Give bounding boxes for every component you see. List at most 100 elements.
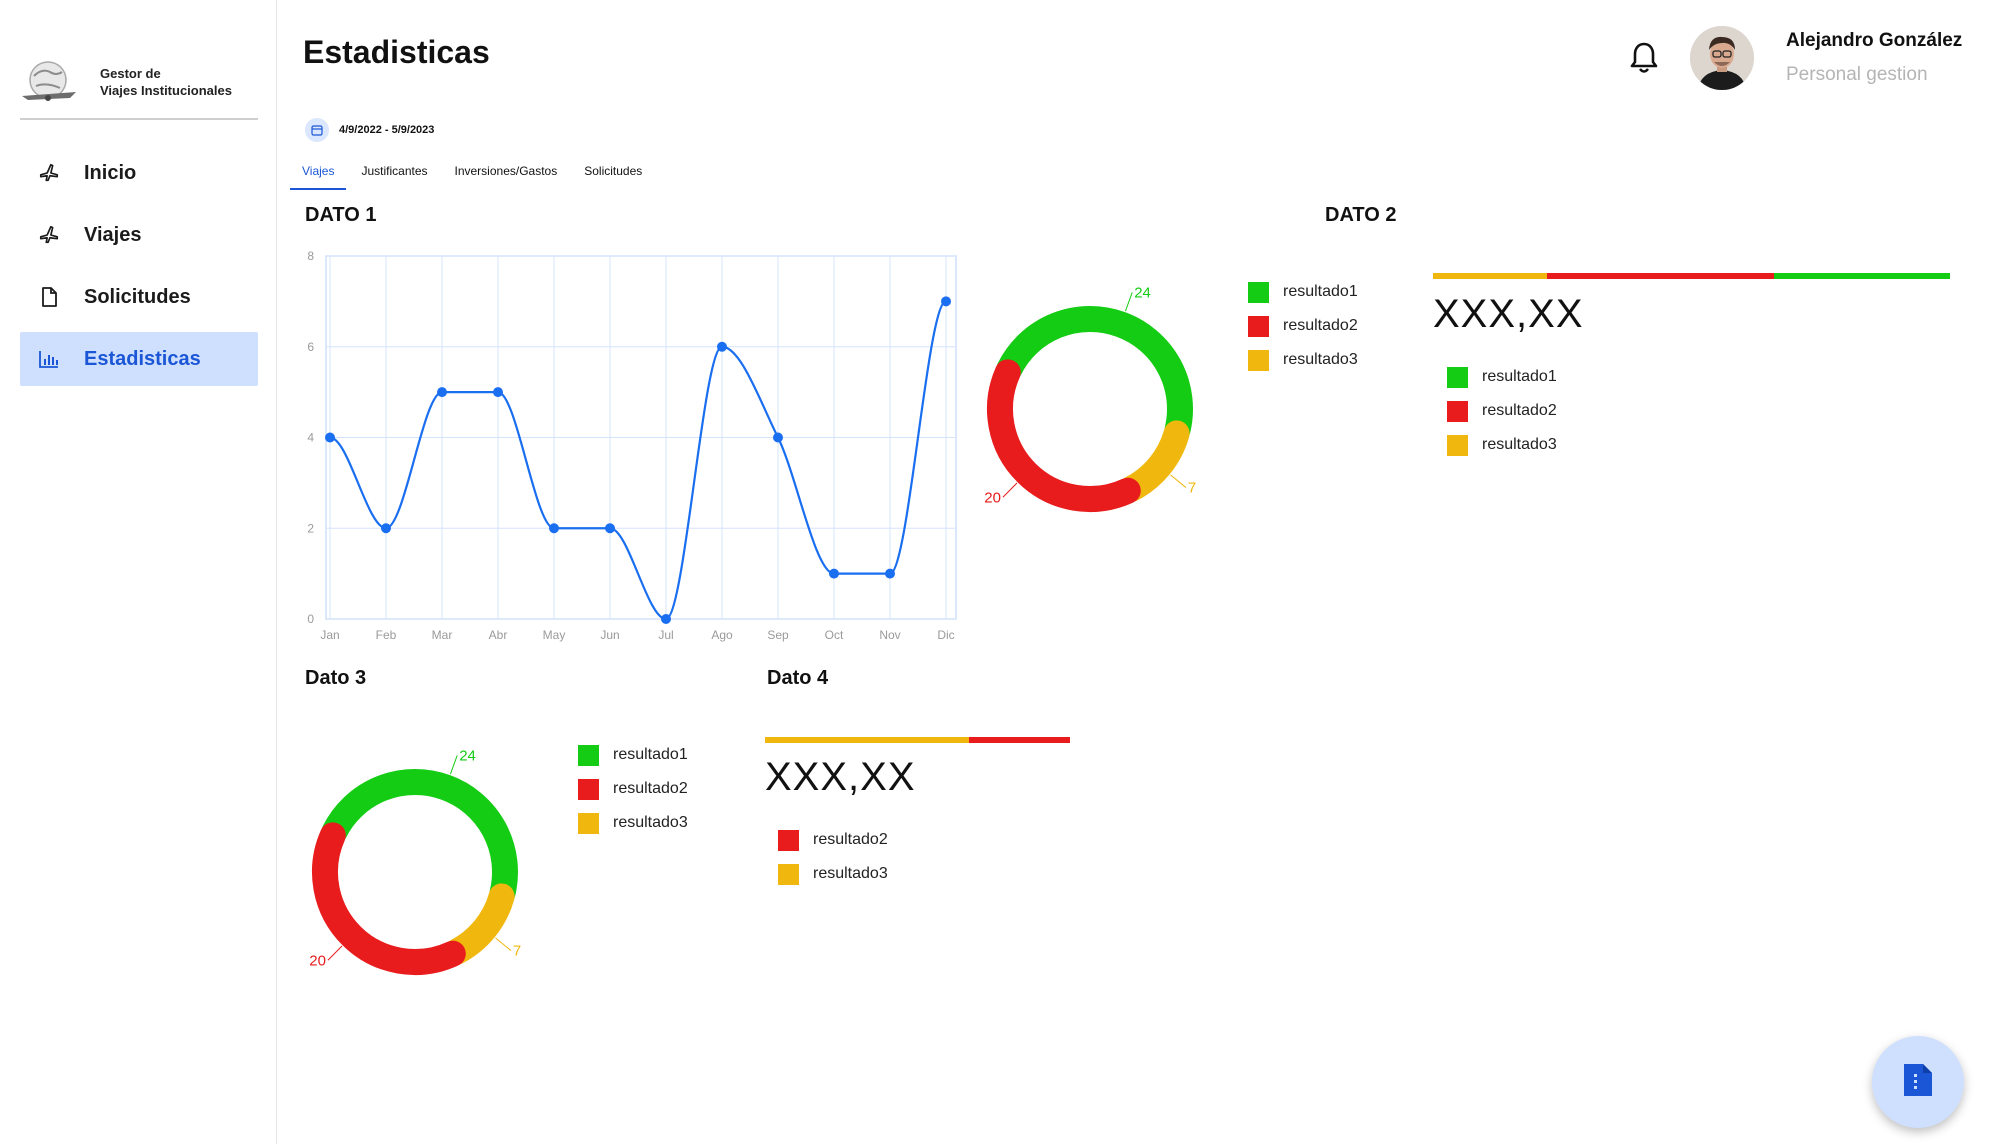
x-tick-label: Mar [432,628,453,642]
sidebar-item-label: Viajes [84,223,142,246]
donut-slice [443,883,515,966]
donut-legend-dato3: resultado1 resultado2 resultado3 [578,738,688,840]
legend-item: resultado1 [578,738,688,772]
data-point [437,387,447,398]
y-tick-label: 0 [307,612,314,626]
x-tick-label: May [543,628,566,642]
data-point [493,387,503,398]
bar-segment-red [969,737,1070,743]
section-title-dato3: Dato 3 [305,667,367,689]
legend-item: resultado1 [1248,275,1358,309]
y-tick-label: 8 [307,249,314,263]
document-icon [38,286,60,308]
summary-legend-dato2: resultado1 resultado2 resultado3 [1447,360,1557,462]
x-tick-label: Sep [767,628,789,642]
legend-item: resultado3 [1447,428,1557,462]
legend-swatch [1447,434,1468,456]
x-tick-label: Feb [376,628,397,642]
legend-item: resultado3 [1248,343,1358,377]
x-tick-label: Jun [600,628,619,642]
legend-swatch [1248,281,1269,303]
globe-plane-logo-icon [20,58,78,106]
legend-label: resultado1 [1283,283,1358,300]
avatar[interactable] [1690,26,1754,90]
sidebar-item-viajes[interactable]: Viajes [20,208,258,262]
user-name: Alejandro González [1786,30,1963,51]
slice-value-label: 7 [1188,480,1196,497]
donut-slice [321,769,518,906]
notification-bell-icon[interactable] [1628,40,1660,76]
legend-label: resultado2 [813,831,888,848]
bar-segment-green [1774,273,1950,279]
legend-swatch [578,778,599,800]
date-range-picker[interactable]: 4/9/2022 - 5/9/2023 [305,118,434,142]
slice-value-label: 20 [985,489,1001,506]
slice-value-label: 7 [513,943,521,960]
export-report-button[interactable] [1872,1036,1964,1128]
line-chart-dato1: 0 2 4 6 8 Jan Feb Mar Abr May Jun Jul Ago Sep Oct Nov Di… [307,249,957,642]
legend-label: resultado2 [613,780,688,797]
legend-swatch [1447,366,1468,388]
donut-legend-dato2: resultado1 resultado2 resultado3 [1248,275,1358,377]
bar-segment-yellow [1433,273,1547,279]
sidebar-divider [20,118,258,120]
x-tick-label: Abr [489,628,508,642]
slice-leader-line [1002,482,1018,498]
data-point [549,523,559,534]
tab-inversiones-gastos[interactable]: Inversiones/Gastos [443,160,570,190]
bar-chart-icon [38,348,60,370]
legend-item: resultado3 [578,806,688,840]
data-point [829,568,839,579]
stats-tabs: Viajes Justificantes Inversiones/Gastos … [290,160,657,190]
tab-viajes[interactable]: Viajes [290,160,347,190]
slice-leader-line [1170,474,1187,488]
summary-legend-dato4: resultado2 resultado3 [778,823,888,891]
data-point [941,296,951,307]
slice-value-label: 24 [1134,284,1151,301]
app-name: Gestor de Viajes Institucionales [100,65,232,99]
sidebar-item-label: Solicitudes [84,285,191,308]
legend-swatch [778,863,799,885]
section-title-dato1: DATO 1 [305,204,377,226]
sidebar-item-label: Inicio [84,161,137,184]
legend-label: resultado2 [1283,317,1358,334]
slice-value-label: 20 [310,952,326,969]
data-point [605,523,615,534]
plane-icon [38,162,60,184]
donut-slice [996,306,1193,443]
donut-chart-dato2: 24 7 20 [985,284,1196,512]
legend-swatch [1248,349,1269,371]
summary-value-dato4: XXX,XX [765,755,916,799]
legend-swatch [578,812,599,834]
sidebar-item-solicitudes[interactable]: Solicitudes [20,270,258,324]
tab-solicitudes[interactable]: Solicitudes [572,160,654,190]
legend-item: resultado1 [1447,360,1557,394]
tab-justificantes[interactable]: Justificantes [349,160,439,190]
slice-leader-line [449,755,458,775]
donut-slice [987,359,1141,512]
legend-item: resultado2 [1248,309,1358,343]
data-point [773,432,783,443]
data-point [717,341,727,352]
y-tick-label: 4 [307,431,314,445]
slice-leader-line [327,945,343,961]
x-tick-label: Dic [937,628,954,642]
donut-slice [1118,420,1190,503]
sidebar-item-inicio[interactable]: Inicio [20,146,258,200]
bar-segment-yellow [765,737,970,743]
legend-label: resultado1 [613,746,688,763]
legend-swatch [778,829,799,851]
legend-label: resultado3 [813,865,888,882]
x-tick-label: Jul [658,628,673,642]
sidebar-item-estadisticas[interactable]: Estadisticas [20,332,258,386]
section-title-dato4: Dato 4 [767,667,829,689]
slice-leader-line [495,937,512,951]
legend-swatch [578,744,599,766]
legend-label: resultado3 [1482,436,1557,453]
legend-label: resultado1 [1482,368,1557,385]
x-tick-label: Jan [320,628,339,642]
app-name-line2: Viajes Institucionales [100,83,232,98]
app-logo[interactable]: Gestor de Viajes Institucionales [20,52,258,112]
y-tick-label: 6 [307,340,314,354]
y-tick-label: 2 [307,521,314,535]
